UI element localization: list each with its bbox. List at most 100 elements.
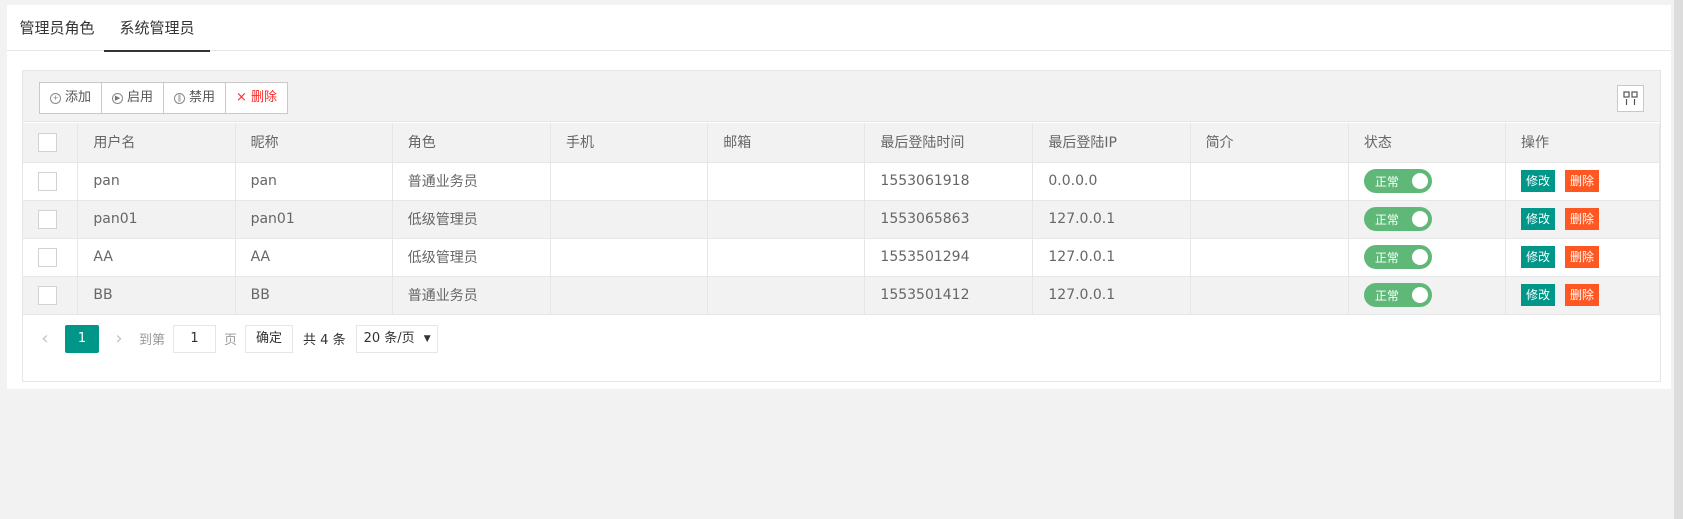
header-nickname[interactable]: 昵称 xyxy=(235,123,393,163)
cell-status: 正常 xyxy=(1348,200,1507,239)
cell-intro xyxy=(1190,276,1349,315)
row-checkbox[interactable] xyxy=(38,247,57,267)
cell-actions: 修改 删除 xyxy=(1505,238,1660,277)
cell-username: AA xyxy=(77,238,236,277)
main-panel: 管理员角色 系统管理员 + 添加 ▶ 启用 ‖ 禁用 × 删除 用户名 昵称 角… xyxy=(7,5,1671,389)
cell-nickname: pan01 xyxy=(235,200,393,239)
status-toggle[interactable]: 正常 xyxy=(1363,169,1432,193)
status-toggle-label: 正常 xyxy=(1374,174,1399,189)
edit-button[interactable]: 修改 xyxy=(1521,284,1556,306)
window-scrollbar[interactable] xyxy=(1674,0,1683,519)
tab-system-admins[interactable]: 系统管理员 xyxy=(104,5,210,52)
cell-phone xyxy=(550,276,709,315)
cell-username: BB xyxy=(77,276,236,315)
header-username[interactable]: 用户名 xyxy=(77,123,236,163)
columns-grid-icon xyxy=(1623,91,1638,105)
table-row: pan pan 普通业务员 1553061918 0.0.0.0 正常 修改 删… xyxy=(23,162,1660,201)
status-toggle[interactable]: 正常 xyxy=(1363,245,1432,269)
cell-phone xyxy=(550,200,709,239)
cell-phone xyxy=(550,238,709,277)
header-last-login-ip[interactable]: 最后登陆IP xyxy=(1032,123,1191,163)
delete-button[interactable]: 删除 xyxy=(1565,208,1600,230)
cell-last-login-time: 1553061918 xyxy=(864,162,1034,201)
row-select-cell[interactable] xyxy=(23,200,79,239)
enable-button-label: 启用 xyxy=(127,90,154,105)
close-icon: × xyxy=(236,90,247,105)
cell-phone xyxy=(550,162,709,201)
cell-actions: 修改 删除 xyxy=(1505,276,1660,315)
table-row: AA AA 低级管理员 1553501294 127.0.0.1 正常 修改 删… xyxy=(23,238,1660,277)
pagination: ‹ 1 › 到第 页 确定 共 4 条 20 条/页 xyxy=(23,316,1660,361)
status-toggle[interactable]: 正常 xyxy=(1363,207,1432,231)
toggle-knob xyxy=(1411,249,1428,265)
cell-role: 普通业务员 xyxy=(392,162,552,201)
cell-role: 低级管理员 xyxy=(392,200,552,239)
delete-button[interactable]: 删除 xyxy=(1565,284,1600,306)
delete-button[interactable]: 删除 xyxy=(1565,246,1600,268)
cell-status: 正常 xyxy=(1348,276,1507,315)
table-header-row: 用户名 昵称 角色 手机 邮箱 最后登陆时间 最后登陆IP 简介 状态 操作 xyxy=(23,123,1660,163)
delete-button[interactable]: 删除 xyxy=(1565,170,1600,192)
header-select-all[interactable] xyxy=(23,123,79,163)
goto-page-input[interactable] xyxy=(173,324,217,353)
delete-selected-button-label: 删除 xyxy=(250,90,277,105)
cell-role: 普通业务员 xyxy=(392,276,552,315)
row-checkbox[interactable] xyxy=(38,171,57,191)
edit-button[interactable]: 修改 xyxy=(1521,246,1556,268)
select-all-checkbox[interactable] xyxy=(38,132,57,152)
page-size-select[interactable]: 20 条/页 xyxy=(355,324,438,353)
row-select-cell[interactable] xyxy=(23,162,79,201)
tab-bar: 管理员角色 系统管理员 xyxy=(7,5,1671,52)
cell-nickname: AA xyxy=(235,238,393,277)
cell-last-login-ip: 127.0.0.1 xyxy=(1032,200,1191,239)
tab-admin-roles[interactable]: 管理员角色 xyxy=(7,5,107,51)
edit-button[interactable]: 修改 xyxy=(1521,170,1556,192)
header-role[interactable]: 角色 xyxy=(392,123,552,163)
status-toggle-label: 正常 xyxy=(1374,250,1399,265)
chevron-left-icon[interactable]: ‹ xyxy=(33,328,57,349)
cell-last-login-time: 1553501294 xyxy=(864,238,1034,277)
current-page-button[interactable]: 1 xyxy=(65,324,99,353)
cell-last-login-ip: 127.0.0.1 xyxy=(1032,276,1191,315)
table-toolbar: + 添加 ▶ 启用 ‖ 禁用 × 删除 xyxy=(23,71,1660,122)
goto-prefix-label: 到第 xyxy=(139,333,166,348)
add-button[interactable]: + 添加 xyxy=(40,83,103,113)
row-checkbox[interactable] xyxy=(38,209,57,229)
chevron-right-icon[interactable]: › xyxy=(107,328,131,349)
header-status[interactable]: 状态 xyxy=(1348,123,1507,163)
header-intro[interactable]: 简介 xyxy=(1190,123,1349,163)
status-toggle-label: 正常 xyxy=(1374,212,1399,227)
header-phone[interactable]: 手机 xyxy=(550,123,709,163)
goto-confirm-button[interactable]: 确定 xyxy=(245,324,294,353)
plus-circle-icon: + xyxy=(50,92,61,104)
row-select-cell[interactable] xyxy=(23,276,79,315)
add-button-label: 添加 xyxy=(65,90,92,105)
header-email[interactable]: 邮箱 xyxy=(707,123,866,163)
disable-button-label: 禁用 xyxy=(189,90,216,105)
cell-email xyxy=(707,200,866,239)
cell-status: 正常 xyxy=(1348,238,1507,277)
cell-actions: 修改 删除 xyxy=(1505,162,1660,201)
cell-last-login-time: 1553501412 xyxy=(864,276,1034,315)
cell-last-login-ip: 127.0.0.1 xyxy=(1032,238,1191,277)
toolbar-button-group: + 添加 ▶ 启用 ‖ 禁用 × 删除 xyxy=(39,82,288,114)
toggle-knob xyxy=(1411,211,1428,227)
total-count: 共 4 条 xyxy=(303,333,346,348)
cell-status: 正常 xyxy=(1348,162,1507,201)
toggle-knob xyxy=(1411,173,1428,189)
column-filter-button[interactable] xyxy=(1617,85,1644,112)
status-toggle[interactable]: 正常 xyxy=(1363,283,1432,307)
disable-button[interactable]: ‖ 禁用 xyxy=(164,83,227,113)
header-last-login-time[interactable]: 最后登陆时间 xyxy=(864,123,1034,163)
row-select-cell[interactable] xyxy=(23,238,79,277)
cell-nickname: BB xyxy=(235,276,393,315)
status-toggle-label: 正常 xyxy=(1374,288,1399,303)
cell-last-login-ip: 0.0.0.0 xyxy=(1032,162,1191,201)
delete-selected-button[interactable]: × 删除 xyxy=(226,83,287,113)
enable-button[interactable]: ▶ 启用 xyxy=(102,83,165,113)
table-row: pan01 pan01 低级管理员 1553065863 127.0.0.1 正… xyxy=(23,200,1660,239)
toggle-knob xyxy=(1411,287,1428,303)
cell-email xyxy=(707,276,866,315)
edit-button[interactable]: 修改 xyxy=(1521,208,1556,230)
row-checkbox[interactable] xyxy=(38,285,57,305)
